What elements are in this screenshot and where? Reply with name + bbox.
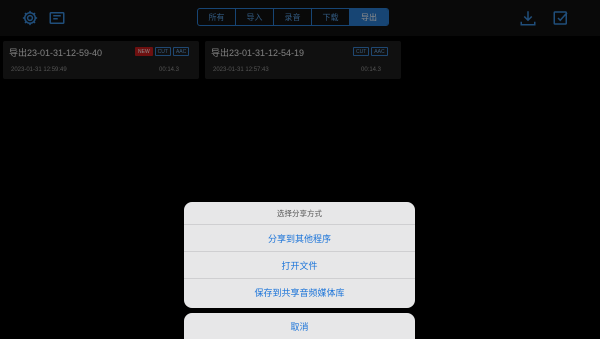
share-sheet: 选择分享方式 分享到其他程序 打开文件 保存到共享音频媒体库 <box>184 202 415 308</box>
cancel-button[interactable]: 取消 <box>184 313 415 339</box>
open-file-option[interactable]: 打开文件 <box>184 252 415 279</box>
save-to-shared-library-option[interactable]: 保存到共享音频媒体库 <box>184 279 415 306</box>
share-sheet-title: 选择分享方式 <box>184 202 415 225</box>
share-to-other-app-option[interactable]: 分享到其他程序 <box>184 225 415 252</box>
